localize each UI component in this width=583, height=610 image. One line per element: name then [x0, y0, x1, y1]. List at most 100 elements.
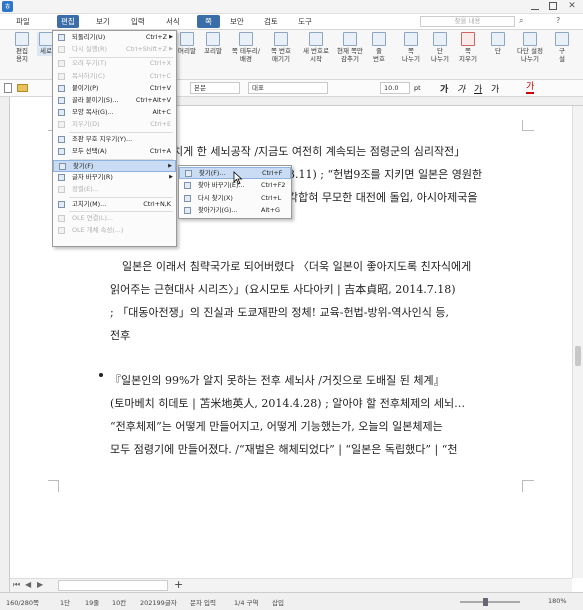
- menu-insert[interactable]: 입력: [127, 15, 149, 28]
- page-border-icon: [239, 32, 253, 46]
- ribbon-label: 세로: [40, 47, 52, 55]
- status-mode[interactable]: 문자 입력: [190, 597, 216, 607]
- status-column: 10칸: [112, 599, 127, 607]
- doc-line: 『일본인의 99%가 알지 못하는 전후 세뇌사 /거짓으로 도배질 된 체계』: [110, 374, 445, 387]
- minimize-button[interactable]: [531, 2, 539, 10]
- ribbon-new-number-button[interactable]: 새 번호로 시작: [300, 32, 332, 63]
- menu-file[interactable]: 파일: [12, 15, 34, 28]
- ribbon-label: 꼬리말: [204, 47, 222, 55]
- document-tab[interactable]: [58, 580, 168, 591]
- font-select[interactable]: 대표: [248, 82, 328, 94]
- menu-item-label: 모두 선택(A): [72, 146, 107, 155]
- status-line: 19줄: [85, 599, 100, 607]
- menu-item-icon: [58, 46, 65, 54]
- horizontal-scrollbar[interactable]: ⏮ ◀ ▶ +: [10, 578, 572, 592]
- edit-menu-item[interactable]: 되돌리기(U) Ctrl+Z ▶: [53, 32, 176, 44]
- ribbon-multicolumn-button[interactable]: 다단 설정 나누기: [512, 32, 548, 63]
- zoom-thumb[interactable]: [483, 598, 488, 606]
- menu-item-label: 정렬(E)...: [72, 185, 99, 194]
- maximize-button[interactable]: [549, 2, 557, 10]
- status-insert[interactable]: 삽입: [272, 597, 284, 607]
- tab-next-icon[interactable]: ▶: [37, 580, 43, 589]
- status-page: 160/280쪽: [6, 599, 39, 607]
- strike-icon[interactable]: 가: [491, 82, 499, 95]
- ribbon-column-break-button[interactable]: 단 나누기: [428, 32, 452, 63]
- font-color-icon[interactable]: 가: [526, 82, 535, 94]
- ribbon-column-button[interactable]: 단: [488, 32, 508, 56]
- edit-menu-item[interactable]: 모두 선택(A) Ctrl+A: [53, 146, 176, 158]
- status-zoom[interactable]: 180%: [548, 597, 567, 605]
- bold-icon[interactable]: 가: [440, 82, 448, 95]
- header-icon: [180, 32, 194, 46]
- find-submenu-item[interactable]: 다시 찾기(X) Ctrl+L: [179, 193, 291, 205]
- find-icon: [184, 194, 191, 202]
- app-logo-icon: ㅎ: [2, 1, 13, 12]
- crop-mark: [48, 480, 58, 481]
- menu-item-icon: [58, 121, 65, 129]
- menu-security[interactable]: 보안: [226, 15, 248, 28]
- close-button[interactable]: ✕: [567, 0, 577, 12]
- edit-menu: 되돌리기(U) Ctrl+Z ▶ 다시 실행(R) Ctrl+Shift+Z ▶ 오려 두기…: [52, 30, 177, 247]
- menu-item-icon: [58, 97, 65, 104]
- zoom-slider[interactable]: [460, 601, 520, 603]
- find-submenu-item[interactable]: 찾아가기(G)... Alt+G: [179, 205, 291, 217]
- menu-tools[interactable]: 도구: [294, 15, 316, 28]
- vertical-ruler[interactable]: [0, 97, 10, 592]
- new-doc-icon[interactable]: [4, 83, 12, 93]
- italic-icon[interactable]: 가: [457, 82, 465, 95]
- search-input[interactable]: 찾을 내용: [420, 16, 515, 27]
- style-select[interactable]: 본문: [190, 82, 240, 94]
- submenu-arrow-icon: ▶: [169, 46, 173, 53]
- ribbon-page-break-button[interactable]: 쪽 나누기: [399, 32, 423, 63]
- menu-item-shortcut: Ctrl+L: [261, 193, 282, 202]
- ribbon-label: 쪽 지우기: [459, 47, 477, 63]
- ribbon-footer-button[interactable]: 꼬리말: [202, 32, 224, 56]
- edit-menu-item: 오려 두기(T) Ctrl+X: [53, 58, 176, 70]
- menu-item-icon: [58, 227, 65, 234]
- ribbon-hide-button[interactable]: 현재 쪽만 감추기: [334, 32, 366, 63]
- line-number-icon: [372, 32, 386, 46]
- mouse-cursor-icon: [233, 171, 243, 185]
- ribbon-paper-button[interactable]: 편집 용지: [11, 32, 33, 63]
- menu-bar: 파일 편집 보기 입력 서식 쪽 보안 검토 도구 찾을 내용 ⌕ ?: [0, 14, 583, 30]
- edit-menu-item: 복사하기(C) Ctrl+C: [53, 71, 176, 83]
- ribbon-extra-button[interactable]: 구 설: [553, 32, 571, 63]
- tab-prev-icon[interactable]: ◀: [25, 580, 31, 589]
- ribbon-delete-page-button[interactable]: 쪽 지우기: [456, 32, 480, 63]
- menu-item-icon: [58, 34, 65, 41]
- menu-edit[interactable]: 편집: [57, 15, 79, 28]
- menu-page[interactable]: 쪽: [197, 15, 220, 28]
- find-icon: [184, 207, 191, 215]
- vertical-scrollbar[interactable]: [572, 106, 583, 578]
- add-tab-button[interactable]: +: [174, 578, 183, 591]
- help-icon[interactable]: ?: [556, 16, 560, 25]
- tab-first-icon[interactable]: ⏮: [13, 580, 20, 590]
- edit-menu-item[interactable]: 글자 바꾸기(R) ▶: [53, 172, 176, 184]
- edit-menu-item[interactable]: 조판 부호 지우기(Y)...: [53, 134, 176, 146]
- open-folder-icon[interactable]: [17, 84, 28, 92]
- hide-icon: [343, 32, 357, 46]
- crop-mark: [522, 120, 523, 130]
- menu-item-icon: [58, 186, 65, 194]
- menu-review[interactable]: 검토: [260, 15, 282, 28]
- font-size-input[interactable]: 10.0: [380, 82, 410, 94]
- edit-menu-item[interactable]: 찾기(F) ▶: [53, 160, 176, 172]
- ribbon-label: 머리말: [178, 47, 196, 55]
- menu-item-label: 복사하기(C): [72, 71, 105, 80]
- ribbon-page-number-button[interactable]: 쪽 번호 매기기: [266, 32, 296, 63]
- edit-menu-item[interactable]: 고치기(M)... Ctrl+N,K: [53, 199, 176, 211]
- edit-menu-item[interactable]: 모양 복사(G)... Alt+C: [53, 107, 176, 119]
- scroll-thumb[interactable]: [575, 346, 581, 366]
- menu-item-icon: [58, 60, 65, 68]
- menu-view[interactable]: 보기: [92, 15, 114, 28]
- edit-menu-item[interactable]: 붙이기(P) Ctrl+V: [53, 83, 176, 95]
- search-icon[interactable]: ⌕: [519, 16, 523, 26]
- menu-format[interactable]: 서식: [162, 15, 184, 28]
- ribbon-line-number-button[interactable]: 줄 번호: [368, 32, 390, 63]
- underline-icon[interactable]: 가: [474, 82, 482, 95]
- menu-item-icon: [58, 109, 65, 117]
- edit-menu-item: 지우기(D) Ctrl+E: [53, 119, 176, 131]
- edit-menu-item[interactable]: 골라 붙이기(S)... Ctrl+Alt+V: [53, 95, 176, 107]
- ribbon-header-button[interactable]: 머리말: [176, 32, 198, 56]
- ribbon-border-button[interactable]: 쪽 테두리/ 배경: [230, 32, 262, 63]
